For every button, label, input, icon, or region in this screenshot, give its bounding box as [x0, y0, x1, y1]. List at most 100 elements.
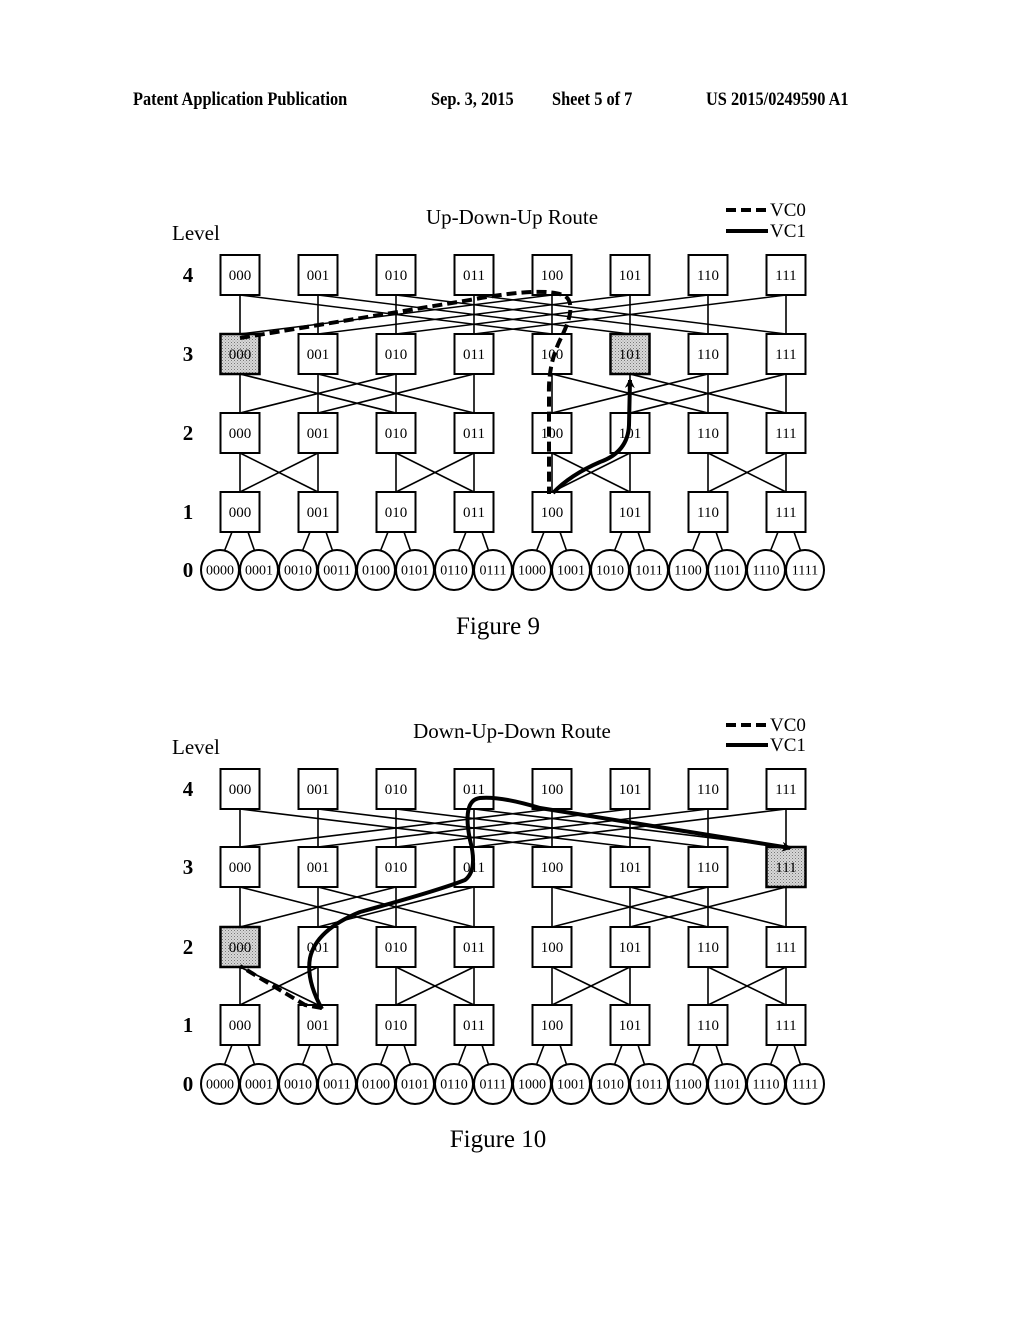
wire-node-link [793, 531, 802, 553]
switch-label: 010 [385, 1018, 408, 1034]
switch-L3-110: 110 [687, 846, 729, 888]
switch-label: 100 [541, 268, 564, 284]
legend-vc1-label: VC1 [770, 221, 806, 242]
switch-L2-000: 000 [219, 925, 261, 969]
end-node-0000: 0000 [200, 1063, 240, 1105]
switch-L2-000: 000 [219, 412, 261, 454]
switch-L2-110: 110 [687, 412, 729, 454]
switch-label: 001 [307, 505, 330, 521]
wire-node-link [325, 531, 334, 553]
switch-label: 001 [307, 347, 330, 363]
switch-label: 101 [619, 1018, 642, 1034]
switch-L2-100: 100 [531, 412, 573, 454]
switch-label: 000 [229, 940, 252, 956]
switch-L3-110: 110 [687, 333, 729, 375]
switch-label: 011 [463, 505, 485, 521]
switch-L3-001: 001 [297, 846, 339, 888]
wire-node-link [457, 1044, 467, 1067]
switch-L4-101: 101 [609, 254, 651, 296]
end-node-label: 0011 [323, 1078, 350, 1093]
switch-L4-111: 111 [765, 254, 807, 296]
switch-L1-110: 110 [687, 1004, 729, 1046]
end-node-0001: 0001 [239, 549, 279, 591]
wire-node-link [379, 1044, 389, 1067]
switch-label: 000 [229, 268, 252, 284]
end-node-0111: 0111 [473, 1063, 513, 1105]
switch-L4-100: 100 [531, 768, 573, 810]
wire-node-link [559, 531, 568, 553]
route-vc0-dashed [239, 289, 573, 494]
switch-L1-010: 010 [375, 1004, 417, 1046]
end-node-label: 1001 [557, 564, 585, 579]
wire-node-link [379, 531, 389, 553]
switch-label: 100 [541, 940, 564, 956]
switch-label: 010 [385, 505, 408, 521]
end-node-0101: 0101 [395, 1063, 435, 1105]
switch-L1-011: 011 [453, 491, 495, 533]
switch-L1-111: 111 [765, 1004, 807, 1046]
switch-label: 101 [619, 782, 642, 798]
end-node-label: 0001 [245, 564, 273, 579]
switch-label: 010 [385, 860, 408, 876]
end-node-label: 1111 [792, 1078, 818, 1093]
end-node-0001: 0001 [239, 1063, 279, 1105]
switch-label: 001 [307, 860, 330, 876]
switch-L3-111: 111 [765, 845, 807, 889]
figures-canvas: Up-Down-Up RouteLevelVC0VC143210000 001 01… [172, 200, 825, 1153]
end-node-1001: 1001 [551, 549, 591, 591]
switch-label: 101 [619, 940, 642, 956]
switch-label: 111 [775, 505, 796, 521]
end-node-label: 0100 [362, 564, 390, 579]
level-number-3: 3 [183, 855, 194, 879]
level-number-4: 4 [183, 777, 194, 801]
wire-node-link [247, 1044, 256, 1067]
switch-label: 000 [229, 426, 252, 442]
level-number-2: 2 [183, 421, 194, 445]
switch-label: 111 [775, 268, 796, 284]
switch-L1-101: 101 [609, 1004, 651, 1046]
end-node-label: 0101 [401, 564, 429, 579]
switch-L4-011: 011 [453, 254, 495, 296]
end-node-1011: 1011 [629, 549, 669, 591]
figure-caption: Figure 10 [450, 1126, 547, 1153]
switch-L3-000: 000 [219, 332, 261, 376]
end-node-label: 1001 [557, 1078, 585, 1093]
switch-L1-100: 100 [531, 491, 573, 533]
end-node-label: 0000 [206, 1078, 234, 1093]
end-node-label: 1101 [713, 1078, 740, 1093]
end-node-label: 1100 [674, 564, 701, 579]
end-node-label: 0010 [284, 1078, 312, 1093]
switch-L1-101: 101 [609, 491, 651, 533]
end-node-1110: 1110 [746, 1063, 786, 1105]
switch-L2-001: 001 [297, 926, 339, 968]
end-node-0010: 0010 [278, 1063, 318, 1105]
switch-L1-011: 011 [453, 1004, 495, 1046]
switch-label: 010 [385, 426, 408, 442]
end-node-1100: 1100 [668, 1063, 708, 1105]
level-number-0: 0 [183, 1072, 194, 1096]
switch-L4-010: 010 [375, 768, 417, 810]
legend-vc0-label: VC0 [770, 200, 806, 221]
end-node-0000: 0000 [200, 549, 240, 591]
switch-label: 001 [307, 1018, 330, 1034]
switch-L3-010: 010 [375, 333, 417, 375]
switch-label: 111 [775, 782, 796, 798]
switch-L1-001: 001 [297, 1004, 339, 1046]
end-node-label: 0111 [480, 1078, 507, 1093]
switch-label: 111 [775, 1018, 796, 1034]
end-node-label: 0101 [401, 1078, 429, 1093]
switch-label: 111 [775, 940, 796, 956]
wire-node-link [769, 531, 779, 553]
end-node-label: 1110 [753, 1078, 780, 1093]
legend-vc1-label: VC1 [770, 735, 806, 756]
wire-node-link [457, 531, 467, 553]
switch-L3-001: 001 [297, 333, 339, 375]
end-node-label: 0010 [284, 564, 312, 579]
switch-label: 101 [619, 268, 642, 284]
switch-L1-010: 010 [375, 491, 417, 533]
switch-label: 110 [697, 1018, 719, 1034]
end-node-1010: 1010 [590, 549, 630, 591]
switch-label: 100 [541, 505, 564, 521]
switch-L3-101: 101 [609, 332, 651, 376]
switch-label: 010 [385, 268, 408, 284]
